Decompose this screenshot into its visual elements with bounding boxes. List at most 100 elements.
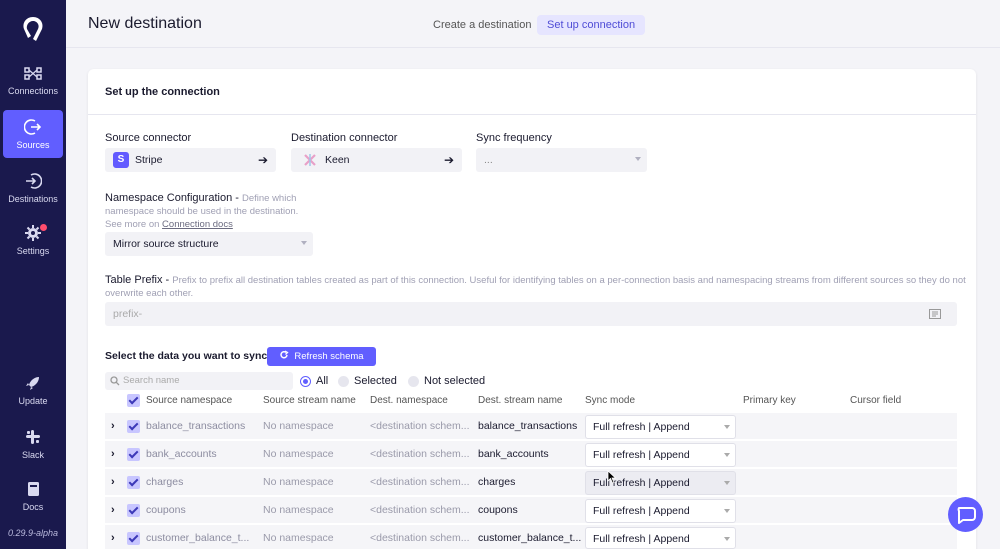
sync-mode-label: Full refresh: [593, 533, 646, 545]
sidebar-item-slack[interactable]: Slack: [3, 420, 63, 468]
header-dest-namespace: Dest. namespace: [370, 395, 448, 406]
dest-stream-cell: bank_accounts: [478, 448, 549, 460]
sync-mode-label: Full refresh: [593, 421, 646, 433]
chevron-right-icon[interactable]: ›: [111, 420, 115, 432]
table-prefix-input[interactable]: prefix-: [105, 302, 957, 326]
sync-mode-select[interactable]: Full refresh | Append: [585, 527, 736, 549]
table-row[interactable]: › charges No namespace <destination sche…: [105, 469, 957, 495]
radio-icon: [408, 375, 419, 387]
connection-docs-link[interactable]: Connection docs: [162, 219, 233, 230]
select-all-checkbox[interactable]: [127, 394, 140, 407]
sync-frequency-value: ...: [484, 154, 493, 166]
select-data-label: Select the data you want to sync: [105, 350, 268, 362]
filter-label: Not selected: [424, 375, 486, 387]
header-source-namespace: Source namespace: [146, 395, 233, 406]
sync-frequency-select[interactable]: ...: [476, 148, 647, 172]
sidebar-item-label: Connections: [7, 86, 59, 96]
sources-icon: [24, 119, 42, 135]
table-row[interactable]: › coupons No namespace <destination sche…: [105, 497, 957, 523]
table-row[interactable]: › customer_balance_t... No namespace <de…: [105, 525, 957, 549]
step-create-destination[interactable]: Create a destination: [423, 15, 541, 35]
filter-all-radio[interactable]: All: [300, 375, 328, 387]
mouse-cursor-icon: [607, 470, 617, 484]
page-header: New destination Create a destination Set…: [66, 0, 1000, 48]
card-title: Set up the connection: [105, 86, 220, 98]
row-checkbox[interactable]: [127, 448, 140, 461]
slack-icon: [26, 430, 40, 444]
rocket-icon: [26, 377, 39, 390]
chevron-right-icon[interactable]: ›: [111, 532, 115, 544]
card-header: Set up the connection: [88, 69, 976, 115]
table-row[interactable]: › bank_accounts No namespace <destinatio…: [105, 441, 957, 467]
sync-frequency-label: Sync frequency: [476, 132, 552, 144]
table-prefix: Table Prefix - Prefix to prefix all dest…: [105, 274, 975, 300]
sidebar-item-update[interactable]: Update: [3, 366, 63, 414]
search-input[interactable]: Search name: [105, 372, 293, 390]
sidebar-item-docs[interactable]: Docs: [3, 472, 63, 520]
filter-not-selected-radio[interactable]: Not selected: [408, 375, 485, 387]
book-icon: [28, 482, 39, 496]
row-checkbox[interactable]: [127, 420, 140, 433]
namespace-config-select[interactable]: Mirror source structure: [105, 232, 313, 256]
sidebar-item-label: Update: [18, 396, 48, 406]
search-icon: [110, 376, 120, 386]
source-stream-cell: No namespace: [263, 420, 334, 432]
source-stream-cell: No namespace: [263, 448, 334, 460]
sidebar-item-sources[interactable]: Sources: [3, 110, 63, 158]
source-stream-cell: No namespace: [263, 504, 334, 516]
step-set-up-connection[interactable]: Set up connection: [537, 15, 646, 35]
sidebar-item-label: Sources: [16, 140, 50, 150]
airbyte-logo-icon[interactable]: [18, 14, 48, 44]
chevron-right-icon[interactable]: ›: [111, 504, 115, 516]
chevron-down-icon: [724, 481, 730, 485]
refresh-schema-label: Refresh schema: [294, 351, 364, 362]
dest-namespace-cell: <destination schem...: [370, 420, 470, 432]
notification-dot: [40, 224, 47, 231]
sync-mode-label-append: Append: [653, 449, 690, 461]
sync-mode-label: Full refresh: [593, 505, 646, 517]
dest-stream-cell: coupons: [478, 504, 518, 516]
dest-namespace-cell: <destination schem...: [370, 448, 470, 460]
header-dest-stream: Dest. stream name: [478, 395, 563, 406]
source-connector-label: Source connector: [105, 132, 192, 144]
sidebar: Connections Sources Destinations Setting…: [0, 0, 66, 549]
arrow-right-icon[interactable]: ➔: [444, 148, 454, 172]
filter-label: Selected: [354, 375, 397, 387]
sync-mode-label-append: Append: [653, 421, 690, 433]
header-sync-mode: Sync mode: [585, 395, 636, 406]
sync-mode-label-append: Append: [653, 477, 690, 489]
chevron-down-icon: [635, 157, 641, 161]
sidebar-item-label: Settings: [16, 246, 50, 256]
sync-mode-select[interactable]: Full refresh | Append: [585, 415, 736, 439]
filter-label: All: [316, 375, 329, 387]
source-connector-field[interactable]: S Stripe ➔: [105, 148, 276, 172]
chevron-right-icon[interactable]: ›: [111, 476, 115, 488]
row-checkbox[interactable]: [127, 504, 140, 517]
chevron-right-icon[interactable]: ›: [111, 448, 115, 460]
stripe-logo-icon: S: [113, 152, 129, 169]
header-primary-key: Primary key: [743, 395, 796, 406]
chat-button[interactable]: [948, 497, 983, 532]
header-cursor-field: Cursor field: [850, 395, 902, 406]
destination-connector-field[interactable]: Keen ➔: [291, 148, 462, 172]
sync-mode-label-append: Append: [653, 533, 690, 545]
row-checkbox[interactable]: [127, 476, 140, 489]
sidebar-item-label: Destinations: [8, 194, 58, 204]
sidebar-item-connections[interactable]: Connections: [3, 56, 63, 104]
source-stream-cell: No namespace: [263, 476, 334, 488]
connections-icon: [24, 67, 42, 80]
sync-mode-label: Full refresh: [593, 449, 646, 461]
table-prefix-label: Table Prefix -: [105, 274, 173, 286]
destinations-icon: [26, 173, 42, 189]
table-row[interactable]: › balance_transactions No namespace <des…: [105, 413, 957, 439]
sidebar-item-settings[interactable]: Settings: [3, 216, 63, 264]
namespace-config-value: Mirror source structure: [113, 238, 219, 250]
refresh-schema-button[interactable]: Refresh schema: [267, 347, 376, 366]
sync-mode-select[interactable]: Full refresh | Append: [585, 443, 736, 467]
filter-selected-radio[interactable]: Selected: [338, 375, 397, 387]
sync-mode-select[interactable]: Full refresh | Append: [585, 499, 736, 523]
sidebar-item-destinations[interactable]: Destinations: [3, 164, 63, 212]
input-list-icon: [929, 309, 941, 319]
row-checkbox[interactable]: [127, 532, 140, 545]
arrow-right-icon[interactable]: ➔: [258, 148, 268, 172]
